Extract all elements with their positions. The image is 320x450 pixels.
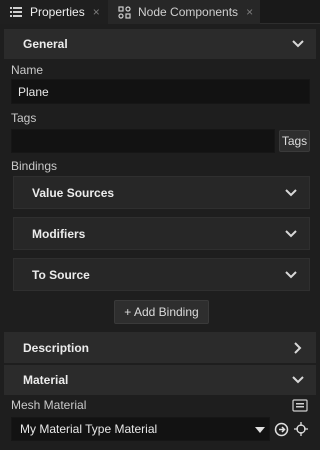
list-icon: [8, 4, 24, 20]
node-components-icon: [116, 4, 132, 20]
chevron-down-icon: [283, 267, 299, 283]
to-source-title: To Source: [32, 267, 90, 282]
mesh-material-label: Mesh Material: [11, 398, 87, 412]
tab-properties-label: Properties: [30, 5, 85, 19]
go-to-resource-icon[interactable]: [272, 420, 290, 438]
chevron-right-icon: [290, 340, 306, 356]
chevron-down-icon: [290, 372, 306, 388]
material-section-header[interactable]: Material: [4, 365, 316, 395]
description-section-header[interactable]: Description: [4, 332, 316, 363]
general-section-header[interactable]: General: [4, 29, 316, 59]
value-sources-title: Value Sources: [32, 185, 115, 200]
tab-node-components[interactable]: Node Components ×: [108, 0, 260, 24]
mesh-material-value: My Material Type Material: [20, 422, 158, 436]
material-section-title: Material: [23, 373, 69, 387]
value-sources-header[interactable]: Value Sources: [13, 176, 310, 209]
add-binding-button[interactable]: + Add Binding: [114, 300, 209, 324]
material-browser-icon[interactable]: [290, 397, 310, 414]
mesh-material-select[interactable]: My Material Type Material: [11, 417, 270, 441]
bindings-label: Bindings: [11, 159, 58, 173]
close-icon[interactable]: ×: [93, 5, 100, 19]
tab-properties[interactable]: Properties ×: [0, 0, 108, 24]
name-label: Name: [11, 63, 44, 77]
name-field[interactable]: Plane: [11, 79, 310, 104]
general-section-title: General: [23, 37, 68, 51]
chevron-down-icon: [283, 226, 299, 242]
chevron-down-icon: [283, 185, 299, 201]
close-icon[interactable]: ×: [246, 5, 253, 19]
to-source-header[interactable]: To Source: [13, 258, 310, 291]
target-picker-icon[interactable]: [292, 420, 310, 438]
tab-node-components-label: Node Components: [138, 5, 239, 19]
dropdown-arrow-icon: [255, 422, 265, 436]
tags-button[interactable]: Tags: [279, 130, 310, 152]
modifiers-title: Modifiers: [32, 226, 86, 241]
tags-label: Tags: [11, 111, 37, 125]
chevron-down-icon: [290, 36, 306, 52]
modifiers-header[interactable]: Modifiers: [13, 217, 310, 250]
tags-field[interactable]: [11, 129, 275, 153]
tab-bar: Properties × Node Components ×: [0, 0, 320, 24]
description-section-title: Description: [23, 340, 90, 355]
